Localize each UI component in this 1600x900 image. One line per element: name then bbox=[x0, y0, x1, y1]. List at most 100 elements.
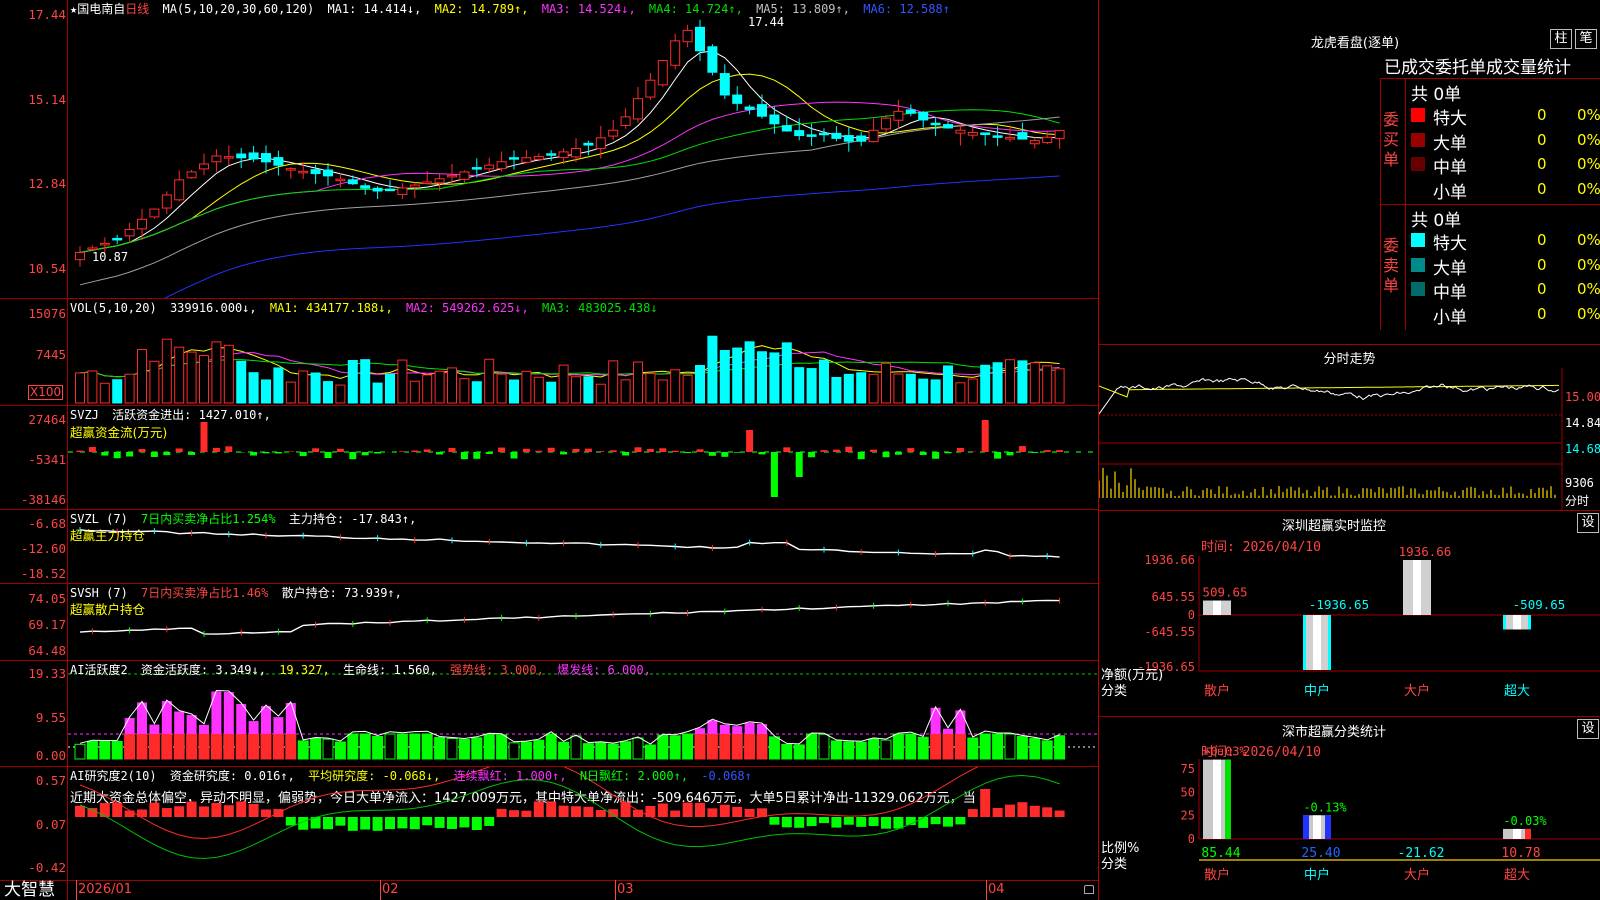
activity-bar-peak bbox=[248, 721, 259, 734]
volume-bar bbox=[434, 370, 445, 404]
x-tick bbox=[615, 880, 616, 900]
bar-mode-button[interactable]: 柱 bbox=[1550, 29, 1572, 49]
activity-bar-base bbox=[917, 736, 929, 760]
svzl-y-label: -18.52 bbox=[20, 566, 66, 581]
flow-bar-out bbox=[436, 452, 444, 455]
research-bar-down bbox=[843, 817, 854, 825]
activity-bar-base bbox=[855, 741, 867, 760]
research-bar-up bbox=[161, 808, 172, 817]
ai-research-panel[interactable]: AI研究度2(10) 资金研究度: 0.016↑, 平均研究度: -0.068↓… bbox=[0, 767, 1098, 880]
activity-bar-peak bbox=[261, 706, 271, 734]
candle-up bbox=[99, 242, 110, 246]
candle-down bbox=[546, 153, 557, 156]
svzl-panel[interactable]: SVZL (7) 7日内买卖净占比1.254% 主力持仓: -17.843↑, … bbox=[0, 510, 1098, 583]
flow-bar-in bbox=[336, 448, 344, 452]
candle-down bbox=[583, 142, 594, 146]
volume-panel[interactable]: VOL(5,10,20) 339916.000↓, MA1: 434177.18… bbox=[0, 299, 1098, 405]
buy-side-label: 委买单 bbox=[1383, 110, 1400, 169]
lock-icon[interactable] bbox=[1084, 885, 1094, 894]
candle-down bbox=[943, 124, 953, 129]
sz-class-panel[interactable]: 深市超赢分类统计 设 时间: 2026/04/10 75 50 25 0 +0.03% 8… bbox=[1099, 717, 1600, 900]
flow-bar-in bbox=[522, 448, 530, 452]
vol-header: VOL(5,10,20) 339916.000↓, MA1: 434177.18… bbox=[70, 300, 1094, 317]
research-bar-up bbox=[571, 806, 581, 817]
price-chart[interactable] bbox=[68, 0, 1098, 298]
sz-class-bar-highlight bbox=[1313, 815, 1321, 839]
volume-bar bbox=[732, 347, 743, 404]
volume-bar bbox=[347, 360, 358, 404]
activity-bar-base bbox=[781, 743, 793, 760]
svsh-panel[interactable]: SVSH (7) 7日内买卖净占比1.46% 散户持仓: 73.939↑, 超赢… bbox=[0, 584, 1098, 660]
sz-monitor-category: 大户 bbox=[1404, 683, 1430, 699]
research-bar-down bbox=[434, 817, 445, 828]
candle-down bbox=[261, 153, 271, 163]
svzl-name: SVZL (7) bbox=[70, 512, 128, 526]
intraday-chart[interactable] bbox=[1099, 368, 1600, 510]
sz-monitor-chart[interactable]: 1936.66645.550-645.55-1936.65509.65散户-19… bbox=[1099, 511, 1600, 716]
ma3-value: MA3: 14.524↓, bbox=[541, 2, 636, 16]
volume-bar bbox=[794, 367, 805, 404]
volume-bar bbox=[868, 373, 879, 404]
sz-monitor-settings-button[interactable]: 设 bbox=[1577, 513, 1599, 533]
sz-class-settings-button[interactable]: 设 bbox=[1577, 719, 1599, 739]
research-bar-up bbox=[980, 789, 991, 817]
research-bar-up bbox=[719, 804, 730, 817]
ai-active-zero: 0.00 bbox=[35, 748, 66, 763]
volume-bar bbox=[558, 364, 569, 404]
candle-up bbox=[285, 168, 296, 171]
volume-bar bbox=[372, 382, 383, 404]
activity-bar-peak bbox=[695, 728, 705, 734]
volume-bar bbox=[112, 379, 123, 404]
candle-up bbox=[1054, 129, 1065, 139]
activity-bar-base bbox=[868, 738, 880, 760]
flow-bar-in bbox=[783, 447, 791, 452]
candle-up bbox=[881, 117, 891, 130]
activity-bar-peak bbox=[211, 691, 222, 734]
flow-bar-out bbox=[919, 452, 927, 455]
dragon-subtitle: 已成交委托单成交量统计 bbox=[1384, 58, 1571, 78]
price-panel[interactable]: ★国电南自日线 MA(5,10,20,30,60,120) MA1: 14.41… bbox=[0, 0, 1098, 298]
volume-bar bbox=[608, 360, 619, 404]
research-bar-up bbox=[1042, 807, 1053, 817]
volume-bar bbox=[657, 379, 668, 404]
ai-research-y-label: -0.42 bbox=[28, 860, 66, 875]
sz-monitor-panel[interactable]: 深圳超赢实时监控 设 时间: 2026/04/10 1936.66 645.55 0… bbox=[1099, 511, 1600, 716]
sz-class-chart[interactable]: 7550250+0.03%85.44散户-0.13%25.40中户-21.62大… bbox=[1099, 717, 1600, 900]
flow-bar-in bbox=[659, 448, 667, 452]
order-row: 小单 0 0% bbox=[1409, 303, 1600, 328]
volume-bar bbox=[99, 382, 110, 404]
x-axis-line bbox=[0, 880, 1098, 881]
activity-bar-peak bbox=[124, 718, 135, 734]
intraday-panel[interactable]: 15.00 14.84 14.68 9306 分时 bbox=[1099, 368, 1600, 510]
volume-bar bbox=[211, 341, 222, 404]
activity-bar-peak bbox=[707, 720, 718, 734]
activity-bar-base bbox=[99, 740, 111, 760]
x-axis-label: 03 bbox=[617, 882, 634, 897]
ma1-value: MA1: 14.414↓, bbox=[327, 2, 422, 16]
activity-bar-peak bbox=[149, 724, 160, 734]
order-count: 0 bbox=[1537, 255, 1547, 274]
app-logo[interactable]: 大智慧 bbox=[4, 880, 55, 900]
flow-bar-in bbox=[981, 420, 989, 452]
activity-bar-base bbox=[347, 733, 359, 760]
activity-bar-base bbox=[508, 742, 520, 760]
activity-bar-base bbox=[260, 733, 272, 760]
intraday-y-label: 14.68 bbox=[1565, 442, 1600, 456]
tick-mode-button[interactable]: 笔 bbox=[1575, 29, 1597, 49]
x-axis-label: 04 bbox=[988, 882, 1005, 897]
activity-bar-base bbox=[979, 733, 991, 760]
volume-bar bbox=[409, 380, 420, 404]
period-label[interactable]: 日线 bbox=[125, 2, 149, 16]
order-row: 中单 0 0% bbox=[1409, 153, 1600, 178]
candle-up bbox=[335, 178, 346, 182]
volume-bar bbox=[670, 369, 681, 404]
activity-bar-base bbox=[471, 737, 483, 760]
svzj-panel[interactable]: SVZJ 活跃资金进出: 1427.010↑, 超赢资金流(万元) 27464 … bbox=[0, 406, 1098, 509]
volume-bar bbox=[261, 379, 271, 404]
candle-up bbox=[1029, 140, 1040, 145]
activity-bar-base bbox=[409, 733, 421, 760]
volume-bar bbox=[769, 352, 780, 404]
volume-bar bbox=[918, 378, 929, 404]
svsh-y-label: 69.17 bbox=[28, 617, 66, 632]
ai-active-panel[interactable]: AI活跃度2 资金活跃度: 3.349↓, 19.327, 生命线: 1.560… bbox=[0, 661, 1098, 766]
